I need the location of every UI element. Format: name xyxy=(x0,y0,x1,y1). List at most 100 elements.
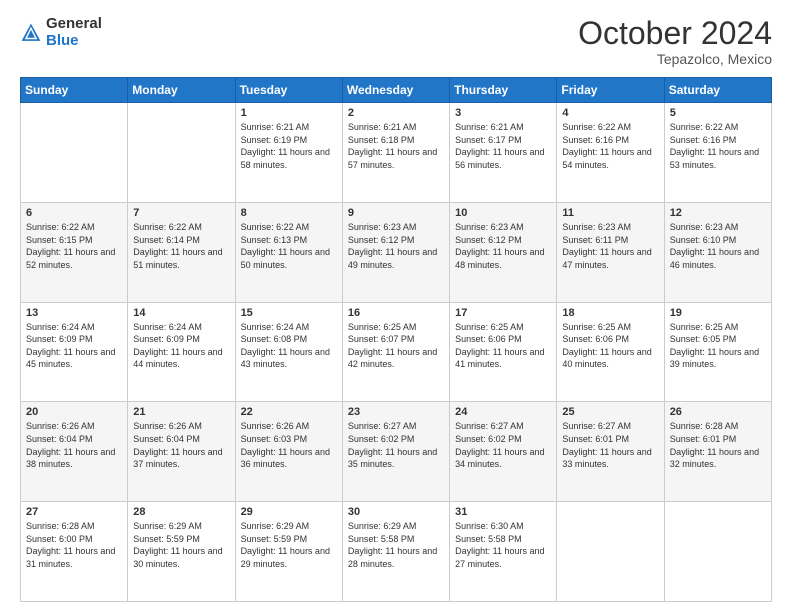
day-info: Sunrise: 6:23 AM Sunset: 6:12 PM Dayligh… xyxy=(455,221,551,271)
day-number: 14 xyxy=(133,307,229,319)
calendar-cell: 27 Sunrise: 6:28 AM Sunset: 6:00 PM Dayli… xyxy=(21,502,128,602)
calendar-cell: 26 Sunrise: 6:28 AM Sunset: 6:01 PM Dayli… xyxy=(664,402,771,502)
calendar-cell: 21Sunrise: 6:26 AM Sunset: 6:04 PM Dayli… xyxy=(128,402,235,502)
day-info: Sunrise: 6:23 AM Sunset: 6:12 PM Dayligh… xyxy=(348,221,444,271)
day-info: Sunrise: 6:29 AM Sunset: 5:59 PM Dayligh… xyxy=(133,520,229,570)
week-row-2: 6 Sunrise: 6:22 AM Sunset: 6:15 PM Daylig… xyxy=(21,202,772,302)
day-info: Sunrise: 6:28 AM Sunset: 6:00 PM Dayligh… xyxy=(26,520,122,570)
day-info: Sunrise: 6:21 AM Sunset: 6:17 PM Dayligh… xyxy=(455,121,551,171)
day-number: 5 xyxy=(670,107,766,119)
calendar: SundayMondayTuesdayWednesdayThursdayFrid… xyxy=(20,77,772,602)
day-number: 6 xyxy=(26,207,122,219)
day-number: 1 xyxy=(241,107,337,119)
day-info: Sunrise: 6:26 AM Sunset: 6:04 PM Dayligh… xyxy=(26,420,122,470)
calendar-cell: 1 Sunrise: 6:21 AM Sunset: 6:19 PM Daylig… xyxy=(235,103,342,203)
calendar-cell: 3 Sunrise: 6:21 AM Sunset: 6:17 PM Daylig… xyxy=(450,103,557,203)
calendar-cell: 14 Sunrise: 6:24 AM Sunset: 6:09 PM Dayli… xyxy=(128,302,235,402)
day-number: 10 xyxy=(455,207,551,219)
day-number: 8 xyxy=(241,207,337,219)
day-number: 13 xyxy=(26,307,122,319)
title-block: October 2024 Tepazolco, Mexico xyxy=(578,16,772,67)
week-row-4: 20Sunrise: 6:26 AM Sunset: 6:04 PM Dayli… xyxy=(21,402,772,502)
day-number: 28 xyxy=(133,506,229,518)
day-info: Sunrise: 6:23 AM Sunset: 6:10 PM Dayligh… xyxy=(670,221,766,271)
calendar-cell: 18 Sunrise: 6:25 AM Sunset: 6:06 PM Dayli… xyxy=(557,302,664,402)
calendar-cell: 7Sunrise: 6:22 AM Sunset: 6:14 PM Daylig… xyxy=(128,202,235,302)
day-info: Sunrise: 6:22 AM Sunset: 6:15 PM Dayligh… xyxy=(26,221,122,271)
day-number: 18 xyxy=(562,307,658,319)
day-number: 23 xyxy=(348,406,444,418)
day-info: Sunrise: 6:23 AM Sunset: 6:11 PM Dayligh… xyxy=(562,221,658,271)
calendar-cell: 12Sunrise: 6:23 AM Sunset: 6:10 PM Dayli… xyxy=(664,202,771,302)
day-info: Sunrise: 6:27 AM Sunset: 6:02 PM Dayligh… xyxy=(455,420,551,470)
calendar-cell xyxy=(21,103,128,203)
calendar-cell: 19Sunrise: 6:25 AM Sunset: 6:05 PM Dayli… xyxy=(664,302,771,402)
day-number: 17 xyxy=(455,307,551,319)
day-number: 30 xyxy=(348,506,444,518)
day-info: Sunrise: 6:27 AM Sunset: 6:01 PM Dayligh… xyxy=(562,420,658,470)
day-info: Sunrise: 6:22 AM Sunset: 6:16 PM Dayligh… xyxy=(670,121,766,171)
day-info: Sunrise: 6:22 AM Sunset: 6:16 PM Dayligh… xyxy=(562,121,658,171)
calendar-cell: 23 Sunrise: 6:27 AM Sunset: 6:02 PM Dayli… xyxy=(342,402,449,502)
calendar-cell: 2 Sunrise: 6:21 AM Sunset: 6:18 PM Daylig… xyxy=(342,103,449,203)
logo-blue: Blue xyxy=(46,33,102,50)
weekday-friday: Friday xyxy=(557,78,664,103)
day-info: Sunrise: 6:27 AM Sunset: 6:02 PM Dayligh… xyxy=(348,420,444,470)
weekday-thursday: Thursday xyxy=(450,78,557,103)
day-info: Sunrise: 6:24 AM Sunset: 6:09 PM Dayligh… xyxy=(26,321,122,371)
calendar-cell xyxy=(557,502,664,602)
day-info: Sunrise: 6:26 AM Sunset: 6:04 PM Dayligh… xyxy=(133,420,229,470)
calendar-cell: 15 Sunrise: 6:24 AM Sunset: 6:08 PM Dayli… xyxy=(235,302,342,402)
weekday-tuesday: Tuesday xyxy=(235,78,342,103)
calendar-cell: 20Sunrise: 6:26 AM Sunset: 6:04 PM Dayli… xyxy=(21,402,128,502)
day-info: Sunrise: 6:29 AM Sunset: 5:58 PM Dayligh… xyxy=(348,520,444,570)
day-number: 2 xyxy=(348,107,444,119)
logo-general: General xyxy=(46,16,102,33)
day-number: 26 xyxy=(670,406,766,418)
logo: General Blue xyxy=(20,16,102,49)
day-info: Sunrise: 6:25 AM Sunset: 6:07 PM Dayligh… xyxy=(348,321,444,371)
calendar-cell: 4 Sunrise: 6:22 AM Sunset: 6:16 PM Daylig… xyxy=(557,103,664,203)
day-number: 27 xyxy=(26,506,122,518)
calendar-cell: 29 Sunrise: 6:29 AM Sunset: 5:59 PM Dayli… xyxy=(235,502,342,602)
day-info: Sunrise: 6:28 AM Sunset: 6:01 PM Dayligh… xyxy=(670,420,766,470)
weekday-header-row: SundayMondayTuesdayWednesdayThursdayFrid… xyxy=(21,78,772,103)
calendar-cell: 25 Sunrise: 6:27 AM Sunset: 6:01 PM Dayli… xyxy=(557,402,664,502)
day-info: Sunrise: 6:24 AM Sunset: 6:08 PM Dayligh… xyxy=(241,321,337,371)
calendar-cell: 28 Sunrise: 6:29 AM Sunset: 5:59 PM Dayli… xyxy=(128,502,235,602)
calendar-cell: 5 Sunrise: 6:22 AM Sunset: 6:16 PM Daylig… xyxy=(664,103,771,203)
day-info: Sunrise: 6:25 AM Sunset: 6:06 PM Dayligh… xyxy=(562,321,658,371)
day-info: Sunrise: 6:21 AM Sunset: 6:18 PM Dayligh… xyxy=(348,121,444,171)
day-number: 9 xyxy=(348,207,444,219)
weekday-saturday: Saturday xyxy=(664,78,771,103)
calendar-cell: 10 Sunrise: 6:23 AM Sunset: 6:12 PM Dayli… xyxy=(450,202,557,302)
calendar-cell: 13 Sunrise: 6:24 AM Sunset: 6:09 PM Dayli… xyxy=(21,302,128,402)
day-info: Sunrise: 6:26 AM Sunset: 6:03 PM Dayligh… xyxy=(241,420,337,470)
calendar-cell: 17Sunrise: 6:25 AM Sunset: 6:06 PM Dayli… xyxy=(450,302,557,402)
weekday-sunday: Sunday xyxy=(21,78,128,103)
day-info: Sunrise: 6:30 AM Sunset: 5:58 PM Dayligh… xyxy=(455,520,551,570)
calendar-cell xyxy=(128,103,235,203)
week-row-1: 1 Sunrise: 6:21 AM Sunset: 6:19 PM Daylig… xyxy=(21,103,772,203)
calendar-cell: 24 Sunrise: 6:27 AM Sunset: 6:02 PM Dayli… xyxy=(450,402,557,502)
header: General Blue October 2024 Tepazolco, Mex… xyxy=(20,16,772,67)
week-row-5: 27 Sunrise: 6:28 AM Sunset: 6:00 PM Dayli… xyxy=(21,502,772,602)
logo-text: General Blue xyxy=(46,16,102,49)
day-number: 25 xyxy=(562,406,658,418)
day-info: Sunrise: 6:21 AM Sunset: 6:19 PM Dayligh… xyxy=(241,121,337,171)
day-info: Sunrise: 6:22 AM Sunset: 6:14 PM Dayligh… xyxy=(133,221,229,271)
day-number: 22 xyxy=(241,406,337,418)
day-number: 29 xyxy=(241,506,337,518)
day-number: 24 xyxy=(455,406,551,418)
day-info: Sunrise: 6:29 AM Sunset: 5:59 PM Dayligh… xyxy=(241,520,337,570)
calendar-cell: 31Sunrise: 6:30 AM Sunset: 5:58 PM Dayli… xyxy=(450,502,557,602)
day-number: 15 xyxy=(241,307,337,319)
day-number: 16 xyxy=(348,307,444,319)
calendar-cell: 22 Sunrise: 6:26 AM Sunset: 6:03 PM Dayli… xyxy=(235,402,342,502)
day-number: 4 xyxy=(562,107,658,119)
weekday-wednesday: Wednesday xyxy=(342,78,449,103)
day-info: Sunrise: 6:24 AM Sunset: 6:09 PM Dayligh… xyxy=(133,321,229,371)
day-number: 3 xyxy=(455,107,551,119)
month-title: October 2024 xyxy=(578,16,772,51)
week-row-3: 13 Sunrise: 6:24 AM Sunset: 6:09 PM Dayli… xyxy=(21,302,772,402)
